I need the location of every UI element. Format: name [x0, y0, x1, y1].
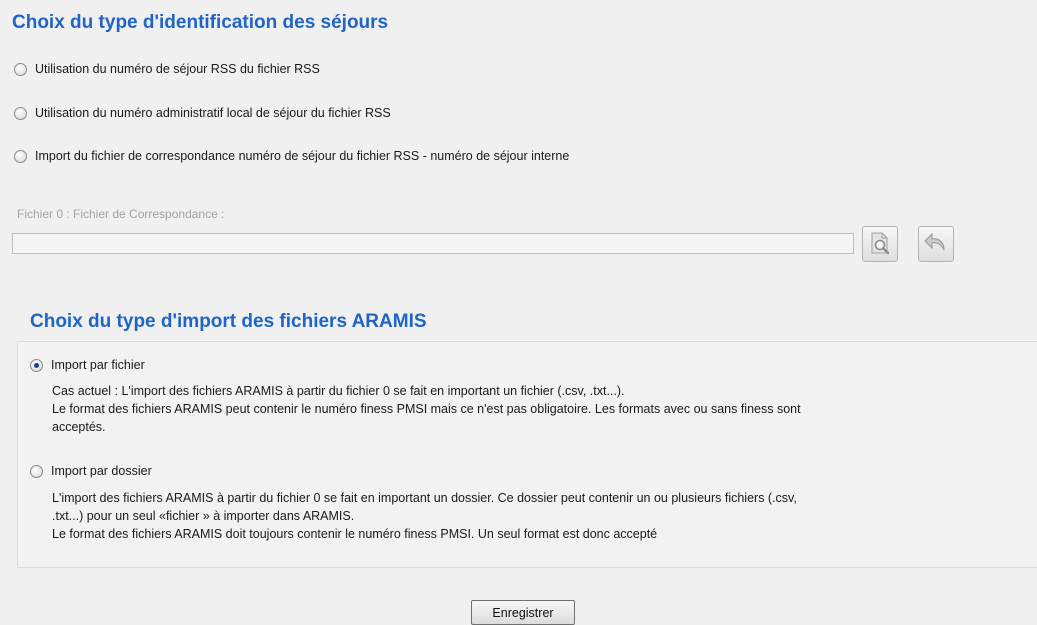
radio-label: Utilisation du numéro administratif loca…	[35, 106, 391, 120]
radio-button[interactable]	[14, 106, 27, 120]
radio-button[interactable]	[30, 464, 43, 478]
radio-label: Import par dossier	[51, 464, 152, 478]
radio-option-rss-number[interactable]: Utilisation du numéro de séjour RSS du f…	[14, 62, 320, 76]
description-line: Le format des fichiers ARAMIS peut conte…	[52, 402, 801, 416]
radio-button[interactable]	[30, 358, 43, 372]
section-identification-title: Choix du type d'identification des séjou…	[12, 12, 389, 33]
radio-option-import-file[interactable]: Import par fichier	[30, 358, 145, 372]
description-line: L'import des fichiers ARAMIS à partir du…	[52, 491, 797, 505]
correspondence-file-input[interactable]	[12, 233, 854, 254]
description-line: .txt...) pour un seul «fichier » à impor…	[52, 509, 355, 523]
undo-button[interactable]	[918, 226, 954, 262]
radio-label: Import par fichier	[51, 358, 145, 372]
correspondence-file-label: Fichier 0 : Fichier de Correspondance :	[17, 207, 225, 221]
radio-label: Utilisation du numéro de séjour RSS du f…	[35, 62, 320, 76]
radio-option-import-correspondence[interactable]: Import du fichier de correspondance numé…	[14, 149, 569, 163]
import-folder-description: L'import des fichiers ARAMIS à partir du…	[52, 489, 1027, 543]
save-button[interactable]: Enregistrer	[471, 600, 575, 625]
browse-file-button[interactable]	[862, 226, 898, 262]
undo-icon	[922, 230, 950, 259]
section-import-title: Choix du type d'import des fichiers ARAM…	[30, 311, 427, 332]
description-line: Le format des fichiers ARAMIS doit toujo…	[52, 527, 658, 541]
radio-option-import-folder[interactable]: Import par dossier	[30, 464, 152, 478]
import-file-description: Cas actuel : L'import des fichiers ARAMI…	[52, 382, 1027, 436]
radio-label: Import du fichier de correspondance numé…	[35, 149, 570, 163]
radio-button[interactable]	[14, 149, 27, 163]
description-line: Cas actuel : L'import des fichiers ARAMI…	[52, 384, 625, 398]
radio-option-local-admin-number[interactable]: Utilisation du numéro administratif loca…	[14, 106, 391, 120]
search-file-icon	[867, 230, 893, 259]
description-line: acceptés.	[52, 420, 106, 434]
radio-button[interactable]	[14, 62, 27, 76]
